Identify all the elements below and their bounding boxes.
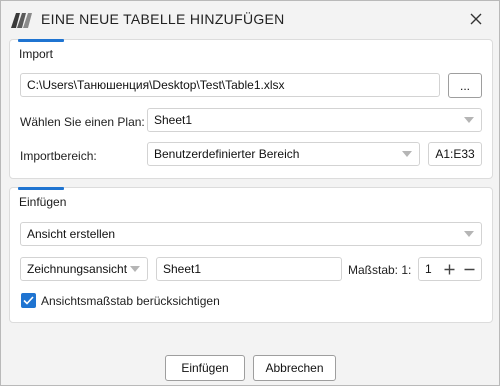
checkmark-icon <box>23 296 34 305</box>
group-accent-bar <box>18 187 64 190</box>
respect-scale-checkbox[interactable] <box>21 293 36 308</box>
file-path-value: C:\Users\Танюшенция\Desktop\Test\Table1.… <box>27 78 285 92</box>
dialog-window: EINE NEUE TABELLE HINZUFÜGEN Import C:\U… <box>0 0 500 386</box>
browse-button-label: ... <box>459 78 470 93</box>
cancel-button-label: Abbrechen <box>265 361 324 375</box>
view-name-field[interactable]: Sheet1 <box>156 257 342 281</box>
view-type-value: Zeichnungsansicht <box>27 262 128 276</box>
view-type-select[interactable]: Zeichnungsansicht <box>20 257 148 281</box>
range-label: Importbereich: <box>20 149 97 163</box>
group-accent-bar <box>18 39 64 42</box>
scale-value: 1 <box>425 262 432 276</box>
dialog-title: EINE NEUE TABELLE HINZUFÜGEN <box>41 11 285 27</box>
insert-action-select[interactable]: Ansicht erstellen <box>20 222 482 246</box>
import-group-title: Import <box>19 47 54 61</box>
view-name-value: Sheet1 <box>163 262 202 276</box>
insert-action-value: Ansicht erstellen <box>27 227 116 241</box>
chevron-down-icon <box>464 117 474 123</box>
plan-label: Wählen Sie einen Plan: <box>20 115 145 129</box>
plus-icon <box>444 264 454 274</box>
chevron-down-icon <box>402 151 412 157</box>
range-mode-value: Benutzerdefinierter Bereich <box>154 147 300 161</box>
close-button[interactable] <box>463 7 489 31</box>
plan-select-value: Sheet1 <box>154 113 193 127</box>
range-value: A1:E33 <box>435 147 475 161</box>
insert-group: Einfügen Ansicht erstellen Zeichnungsans… <box>9 187 493 323</box>
title-bar: EINE NEUE TABELLE HINZUFÜGEN <box>1 1 499 37</box>
chevron-down-icon <box>130 266 140 272</box>
browse-button[interactable]: ... <box>448 73 482 98</box>
app-logo-icon <box>11 13 32 28</box>
range-mode-select[interactable]: Benutzerdefinierter Bereich <box>147 142 420 166</box>
insert-group-title: Einfügen <box>19 195 67 209</box>
import-group: Import C:\Users\Танюшенция\Desktop\Test\… <box>9 39 493 179</box>
minus-icon <box>464 268 474 270</box>
plan-select[interactable]: Sheet1 <box>147 108 482 132</box>
scale-decrease-button[interactable] <box>461 261 477 277</box>
file-path-field[interactable]: C:\Users\Танюшенция\Desktop\Test\Table1.… <box>20 73 440 97</box>
chevron-down-icon <box>464 231 474 237</box>
scale-stepper[interactable]: 1 <box>418 257 482 281</box>
insert-button-label: Einfügen <box>181 361 229 375</box>
close-icon <box>470 13 482 25</box>
insert-button[interactable]: Einfügen <box>165 355 245 381</box>
scale-increase-button[interactable] <box>441 261 457 277</box>
range-value-field[interactable]: A1:E33 <box>428 142 482 166</box>
scale-label: Maßstab: 1: <box>348 263 412 277</box>
cancel-button[interactable]: Abbrechen <box>253 355 336 381</box>
respect-scale-label[interactable]: Ansichtsmaßstab berücksichtigen <box>41 294 220 308</box>
